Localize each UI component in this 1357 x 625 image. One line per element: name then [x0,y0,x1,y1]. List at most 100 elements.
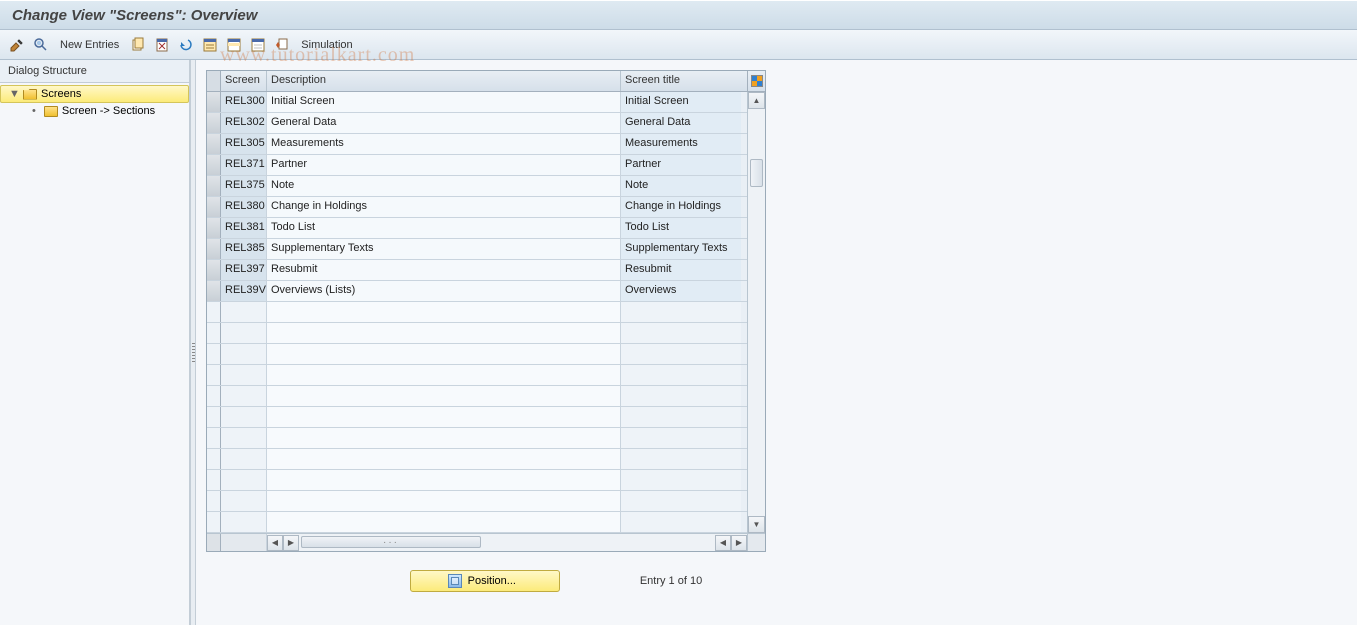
row-selector[interactable] [207,281,221,301]
cell-description[interactable] [267,323,621,343]
simulation-button[interactable]: Simulation [297,39,356,51]
table-row[interactable]: REL375NoteNote [207,176,747,197]
cell-description[interactable]: Initial Screen [267,92,621,112]
copy-as-icon[interactable] [129,36,147,54]
column-header-description[interactable]: Description [267,71,621,91]
cell-screen[interactable]: REL380 [221,197,267,217]
cell-screen[interactable]: REL39V [221,281,267,301]
cell-description[interactable] [267,449,621,469]
cell-description[interactable] [267,386,621,406]
cell-screen-title[interactable]: Note [621,176,741,196]
cell-screen-title[interactable]: Partner [621,155,741,175]
cell-description[interactable] [267,470,621,490]
hscroll-right-button[interactable]: ▶ [731,535,747,551]
table-row-empty[interactable] [207,449,747,470]
cell-screen-title[interactable] [621,449,741,469]
cell-screen[interactable] [221,491,267,511]
cell-screen[interactable]: REL371 [221,155,267,175]
cell-screen[interactable]: REL300 [221,92,267,112]
hscroll-thumb[interactable]: ··· [301,536,481,548]
table-row[interactable]: REL39VOverviews (Lists)Overviews [207,281,747,302]
cell-screen[interactable]: REL381 [221,218,267,238]
cell-description[interactable]: Partner [267,155,621,175]
cell-description[interactable]: Supplementary Texts [267,239,621,259]
row-selector[interactable] [207,239,221,259]
cell-screen-title[interactable] [621,323,741,343]
collapse-arrow-icon[interactable]: ▼ [9,88,19,100]
cell-description[interactable]: Overviews (Lists) [267,281,621,301]
cell-screen[interactable] [221,428,267,448]
table-row[interactable]: REL305MeasurementsMeasurements [207,134,747,155]
cell-screen[interactable] [221,323,267,343]
row-selector[interactable] [207,176,221,196]
tree-node-screen-sections[interactable]: • Screen -> Sections [0,103,189,119]
cell-screen-title[interactable]: Change in Holdings [621,197,741,217]
row-selector[interactable] [207,344,221,364]
row-selector[interactable] [207,428,221,448]
select-all-icon[interactable] [201,36,219,54]
cell-screen[interactable] [221,470,267,490]
column-header-screen-title[interactable]: Screen title [621,71,741,91]
cell-screen-title[interactable]: Resubmit [621,260,741,280]
hscroll-left-button[interactable]: ◀ [267,535,283,551]
cell-description[interactable] [267,428,621,448]
cell-screen[interactable] [221,344,267,364]
position-button[interactable]: Position... [410,570,560,592]
find-icon[interactable] [32,36,50,54]
table-row-empty[interactable] [207,470,747,491]
configuration-help-icon[interactable] [273,36,291,54]
table-row[interactable]: REL397ResubmitResubmit [207,260,747,281]
cell-screen-title[interactable]: Overviews [621,281,741,301]
row-selector[interactable] [207,92,221,112]
row-selector[interactable] [207,512,221,532]
cell-description[interactable]: Todo List [267,218,621,238]
hscroll-left2-button[interactable]: ◀ [715,535,731,551]
column-header-screen[interactable]: Screen [221,71,267,91]
hscroll-right-inner-button[interactable]: ▶ [283,535,299,551]
table-row-empty[interactable] [207,491,747,512]
scroll-down-button[interactable]: ▼ [748,516,765,533]
row-selector[interactable] [207,197,221,217]
table-row[interactable]: REL302General DataGeneral Data [207,113,747,134]
table-row-empty[interactable] [207,344,747,365]
cell-screen[interactable]: REL302 [221,113,267,133]
scroll-thumb[interactable] [750,159,763,187]
row-selector[interactable] [207,155,221,175]
row-selector[interactable] [207,365,221,385]
delete-icon[interactable] [153,36,171,54]
row-selector[interactable] [207,218,221,238]
cell-screen-title[interactable] [621,302,741,322]
table-row[interactable]: REL380Change in HoldingsChange in Holdin… [207,197,747,218]
table-row-empty[interactable] [207,386,747,407]
select-all-column[interactable] [207,71,221,91]
cell-description[interactable] [267,512,621,532]
cell-description[interactable]: Note [267,176,621,196]
scroll-up-button[interactable]: ▲ [748,92,765,109]
cell-screen-title[interactable]: Measurements [621,134,741,154]
row-selector[interactable] [207,323,221,343]
row-selector[interactable] [207,470,221,490]
table-row-empty[interactable] [207,407,747,428]
cell-screen[interactable] [221,407,267,427]
cell-description[interactable]: Measurements [267,134,621,154]
cell-screen[interactable] [221,302,267,322]
cell-screen[interactable]: REL385 [221,239,267,259]
cell-description[interactable]: Resubmit [267,260,621,280]
cell-screen-title[interactable]: Supplementary Texts [621,239,741,259]
cell-screen[interactable]: REL375 [221,176,267,196]
table-row[interactable]: REL371PartnerPartner [207,155,747,176]
table-row[interactable]: REL381Todo ListTodo List [207,218,747,239]
cell-screen-title[interactable]: Todo List [621,218,741,238]
row-selector[interactable] [207,491,221,511]
table-row-empty[interactable] [207,428,747,449]
cell-screen[interactable] [221,386,267,406]
vertical-scrollbar[interactable]: ▲ ▼ [747,92,765,533]
cell-description[interactable] [267,302,621,322]
cell-screen-title[interactable]: General Data [621,113,741,133]
cell-screen-title[interactable] [621,428,741,448]
cell-description[interactable] [267,344,621,364]
undo-change-icon[interactable] [177,36,195,54]
row-selector[interactable] [207,260,221,280]
table-row-empty[interactable] [207,365,747,386]
row-selector[interactable] [207,134,221,154]
